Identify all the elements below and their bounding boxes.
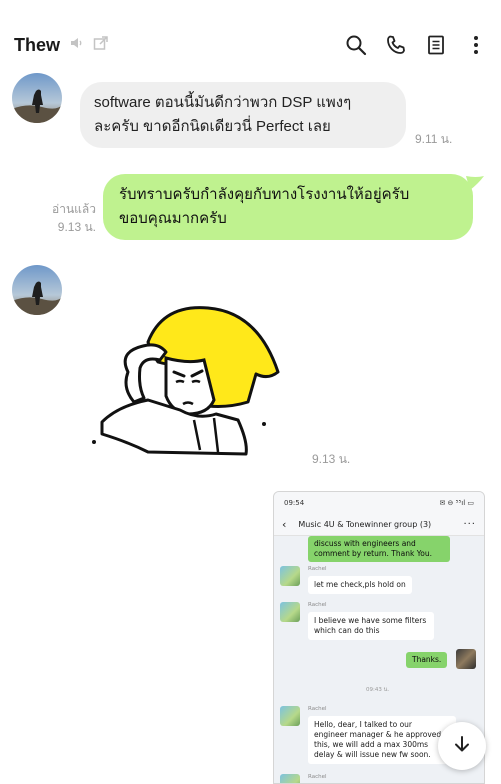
inner-time-divider: 09:43 น. [366,687,390,693]
inner-avatar [280,602,300,622]
inner-message-line: Thanks. [412,655,442,664]
inner-message-incoming: I believe we have some filters which can… [308,612,434,640]
inner-avatar [280,566,300,586]
more-horizontal-icon: ··· [463,519,476,530]
phone-icon[interactable] [385,34,407,56]
inner-sender-name: Rachel [308,706,327,712]
inner-message-line: I believe we have some filters [314,616,427,625]
message-text-line: ละครับ ขาดอีกนิดเดียวนี่ Perfect เลย [94,118,331,135]
inner-sender-name: Rachel [308,566,327,572]
chat-header: Thew [0,0,501,90]
sticker-image[interactable] [88,302,288,462]
inner-sender-name: Rachel [308,602,327,608]
inner-message-line: Hello, dear, I talked to our [314,720,412,729]
message-text-line: ขอบคุณมากครับ [119,210,227,227]
inner-chat-header: ‹ Music 4U & Tonewinner group (3) ··· [274,514,484,536]
message-timestamp: 9.13 น. [57,220,96,234]
notes-icon[interactable] [425,34,447,56]
inner-message-line: let me check,pls hold on [314,580,406,589]
back-arrow-icon: ‹ [282,518,287,531]
search-icon[interactable] [345,34,367,56]
inner-message-incoming: Hello, dear, I talked to our engineer ma… [308,716,456,764]
message-bubble-outgoing[interactable]: รับทราบครับกำลังคุยกับทางโรงงานให้อยู่คร… [103,174,473,240]
external-link-icon[interactable] [92,34,110,57]
more-vertical-icon[interactable] [465,34,487,56]
inner-avatar [280,706,300,726]
inner-message-outgoing: discuss with engineers and comment by re… [308,536,450,562]
avatar[interactable] [12,265,62,315]
message-bubble-incoming[interactable]: software ตอนนี้มันดีกว่าพวก DSP แพงๆ ละค… [80,82,406,148]
chat-title: Thew [14,34,61,55]
message-text-line: รับทราบครับกำลังคุยกับทางโรงงานให้อยู่คร… [119,186,410,203]
inner-avatar [280,774,300,783]
inner-status-time: 09:54 [284,499,305,507]
bubble-tail [466,176,484,190]
inner-message-line: discuss with engineers and [314,539,416,548]
inner-sender-name: Rachel [308,774,327,780]
inner-chat-title: Music 4U & Tonewinner group (3) [298,520,432,529]
inner-status-icons: ✉ ⊖ ⁵⁵ıl ▭ [439,499,474,507]
scroll-to-bottom-button[interactable] [438,722,486,770]
message-timestamp: 9.11 น. [415,132,453,146]
message-timestamp: 9.13 น. [312,452,351,466]
speaker-muted-icon[interactable] [68,34,86,57]
read-label: อ่านแล้ว [52,202,96,216]
avatar[interactable] [12,73,62,123]
inner-message-line: which can do this [314,626,380,635]
inner-message-outgoing: Thanks. [406,652,448,668]
inner-avatar-self [456,649,476,669]
inner-status-bar: 09:54 ✉ ⊖ ⁵⁵ıl ▭ [274,492,484,514]
arrow-down-icon [452,734,472,759]
inner-message-line: comment by return. Thank You. [314,549,433,558]
message-text-line: software ตอนนี้มันดีกว่าพวก DSP แพงๆ [94,94,352,111]
inner-message-line: this, we will add a max 300ms [314,740,429,749]
inner-message-line: delay & will issue new fw soon. [314,750,431,759]
inner-message-line: engineer manager & he approved [314,730,442,739]
read-receipt: อ่านแล้ว 9.13 น. [40,200,96,236]
inner-message-incoming: let me check,pls hold on [308,576,412,594]
